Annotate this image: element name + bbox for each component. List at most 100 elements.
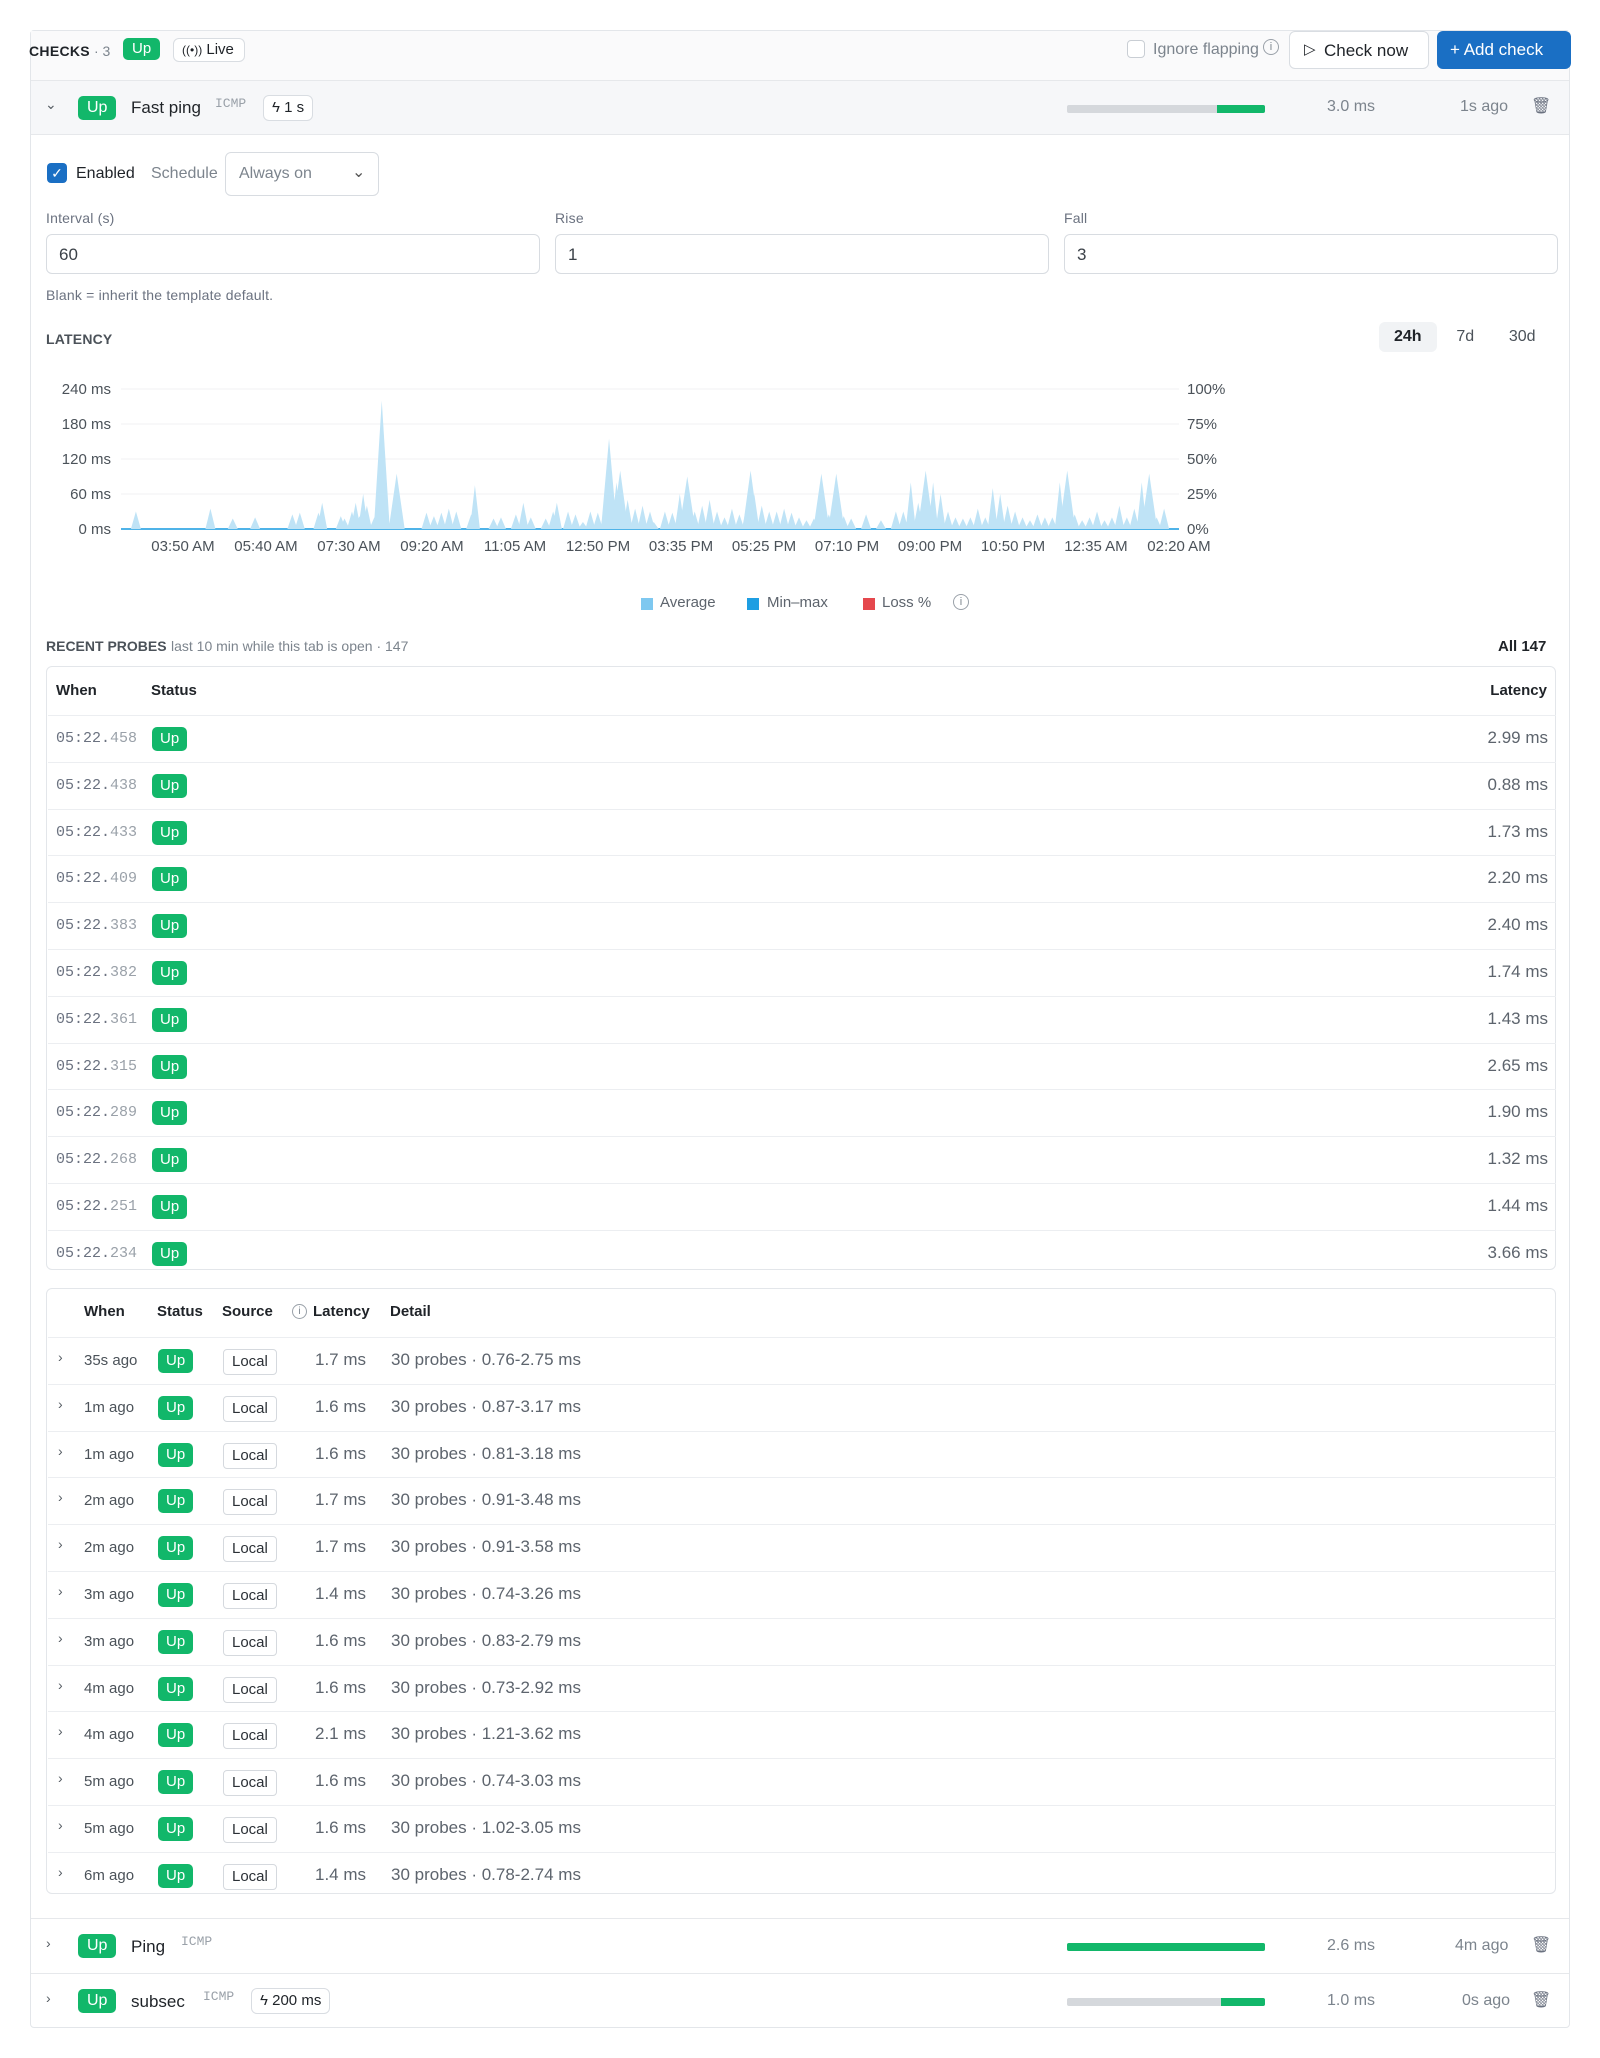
history-row[interactable]: › 1m ago Up Local 1.6 ms 30 probes · 0.81-3.1… — [48, 1430, 1556, 1478]
chevron-right-icon[interactable]: › — [58, 1723, 63, 1739]
checks-count: · 3 — [94, 43, 111, 59]
chevron-down-icon: ⌄ — [352, 164, 366, 181]
chevron-right-icon[interactable]: › — [58, 1770, 63, 1786]
chevron-right-icon[interactable]: › — [58, 1583, 63, 1599]
history-detail: 30 probes · 0.74-3.26 ms — [391, 1584, 581, 1603]
enabled-checkbox[interactable]: ✓ — [47, 163, 67, 183]
history-row[interactable]: › 3m ago Up Local 1.4 ms 30 probes · 0.74-3.2… — [48, 1571, 1556, 1618]
tab-24h[interactable]: 24h — [1379, 322, 1437, 352]
chevron-right-icon[interactable]: › — [46, 1935, 51, 1951]
trash-icon[interactable]: 🗑 — [1531, 1935, 1551, 1955]
history-row[interactable]: › 4m ago Up Local 2.1 ms 30 probes · 1.21-3.6… — [48, 1711, 1556, 1758]
history-row[interactable]: › 6m ago Up Local 1.4 ms 30 probes · 0.78-2.7… — [48, 1851, 1556, 1899]
schedule-select[interactable]: Always on ⌄ — [225, 152, 379, 196]
y-tick-right: 100% — [1187, 381, 1225, 398]
history-source: Local — [223, 1676, 277, 1703]
history-source: Local — [223, 1817, 277, 1843]
chevron-right-icon[interactable]: › — [58, 1396, 63, 1412]
check-status-badge: Up — [78, 96, 117, 120]
tab-30d[interactable]: 30d — [1494, 322, 1551, 352]
minmax-spike — [469, 485, 480, 529]
history-detail: 30 probes · 0.78-2.74 ms — [391, 1864, 581, 1884]
x-tick-label: 12:35 AM — [1064, 538, 1127, 555]
check-now-button[interactable]: ▷ Check now — [1289, 31, 1429, 69]
rise-label: Rise — [555, 210, 584, 226]
latency-title: LATENCY — [46, 331, 113, 347]
history-when: 5m ago — [84, 1820, 135, 1837]
history-status-badge: Up — [158, 1536, 194, 1561]
history-row[interactable]: › 2m ago Up Local 1.7 ms 30 probes · 0.91-3.4… — [48, 1477, 1556, 1524]
info-icon[interactable]: i — [1263, 39, 1279, 55]
history-detail: 30 probes · 1.21-3.62 ms — [391, 1724, 581, 1744]
history-row[interactable]: › 5m ago Up Local 1.6 ms 30 probes · 1.02-3.0… — [48, 1805, 1556, 1852]
chevron-right-icon[interactable]: › — [58, 1443, 63, 1459]
check-name[interactable]: subsec — [131, 1992, 185, 2012]
minmax-spike — [861, 514, 872, 529]
info-icon[interactable]: i — [292, 1304, 307, 1319]
history-latency: 2.1 ms — [315, 1724, 367, 1744]
check-row-fast-ping[interactable]: ⌄ Up Fast ping ICMP ϟ 1 s 3.0 ms 1s ago … — [31, 81, 1569, 135]
history-row[interactable]: › 1m ago Up Local 1.6 ms 30 probes · 0.87-3.1… — [48, 1383, 1556, 1431]
probe-status-badge: Up — [152, 1195, 188, 1219]
history-source: Local — [223, 1349, 277, 1375]
history-row[interactable]: › 5m ago Up Local 1.6 ms 30 probes · 0.74-3.0… — [48, 1758, 1556, 1805]
history-latency: 1.4 ms — [315, 1584, 367, 1603]
history-row[interactable]: › 4m ago Up Local 1.6 ms 30 probes · 0.73-2.9… — [48, 1664, 1556, 1712]
minmax-spike — [373, 400, 390, 529]
probe-row: 05:22.433 Up 1.73 ms — [48, 808, 1556, 856]
chevron-right-icon[interactable]: › — [58, 1536, 63, 1552]
x-tick-label: 07:10 PM — [815, 538, 879, 555]
probe-time: 05:22.433 — [56, 823, 138, 841]
live-indicator[interactable]: ((•)) Live — [173, 38, 245, 62]
history-latency: 1.6 ms — [315, 1677, 367, 1697]
trash-icon[interactable]: 🗑 — [1531, 1990, 1551, 2010]
info-icon[interactable]: i — [953, 594, 969, 610]
history-when: 1m ago — [84, 1398, 135, 1416]
minmax-spike — [388, 473, 405, 529]
chevron-right-icon[interactable]: › — [58, 1489, 63, 1505]
schedule-value: Always on — [239, 165, 312, 182]
ignore-flapping-checkbox[interactable] — [1127, 40, 1145, 58]
history-row[interactable]: › 2m ago Up Local 1.7 ms 30 probes · 0.91-3.5… — [48, 1524, 1556, 1571]
check-row-ping[interactable]: › Up Ping ICMP 2.6 ms 4m ago 🗑 — [31, 1918, 1569, 1972]
history-detail: 30 probes · 0.83-2.79 ms — [391, 1630, 581, 1650]
history-row[interactable]: › 3m ago Up Local 1.6 ms 30 probes · 0.83-2.7… — [48, 1617, 1556, 1665]
chevron-right-icon[interactable]: › — [58, 1349, 63, 1365]
uptime-bar — [1067, 1998, 1265, 2006]
minmax-spike — [1114, 505, 1125, 529]
minmax-spike — [1092, 511, 1103, 529]
chevron-down-icon[interactable]: ⌄ — [45, 96, 57, 113]
y-tick-left: 240 ms — [62, 381, 111, 398]
check-row-subsec[interactable]: › Up subsec ICMP ϟ 200 ms 1.0 ms 0s ago … — [31, 1973, 1569, 2027]
minmax-spike — [227, 518, 238, 529]
rise-field[interactable]: 1 — [555, 234, 1049, 274]
probe-status-badge: Up — [152, 1101, 188, 1126]
minmax-spike — [570, 514, 581, 529]
interval-field[interactable]: 60 — [46, 234, 540, 274]
probe-status-badge: Up — [152, 914, 188, 939]
chevron-right-icon[interactable]: › — [58, 1630, 63, 1646]
history-status-badge: Up — [158, 1723, 194, 1748]
check-name[interactable]: Ping — [131, 1937, 165, 1957]
trash-icon[interactable]: 🗑 — [1531, 96, 1551, 116]
add-check-button[interactable]: + Add check — [1437, 31, 1571, 69]
probe-time: 05:22.409 — [56, 870, 138, 888]
fall-field[interactable]: 3 — [1064, 234, 1558, 274]
chevron-right-icon[interactable]: › — [58, 1817, 63, 1833]
history-row[interactable]: › 35s ago Up Local 1.7 ms 30 probes · 0.76-2.… — [48, 1337, 1556, 1384]
probe-row: 05:22.361 Up 1.43 ms — [48, 995, 1556, 1043]
chevron-right-icon[interactable]: › — [58, 1677, 63, 1693]
tab-7d[interactable]: 7d — [1441, 322, 1489, 352]
col-status: Status — [151, 682, 197, 699]
chevron-right-icon[interactable]: › — [58, 1864, 63, 1880]
probe-status-badge: Up — [152, 961, 188, 985]
check-name[interactable]: Fast ping — [131, 98, 201, 118]
probes-subtitle: last 10 min while this tab is open · 147 — [171, 638, 409, 654]
interval-chip-value: 200 ms — [272, 1992, 322, 2009]
chevron-right-icon[interactable]: › — [46, 1990, 51, 2006]
history-source: Local — [223, 1583, 277, 1609]
minmax-spike — [495, 517, 506, 529]
minmax-spike — [828, 473, 845, 529]
all-probes-link[interactable]: All 147 — [1498, 638, 1546, 655]
probe-status-badge: Up — [152, 773, 188, 798]
